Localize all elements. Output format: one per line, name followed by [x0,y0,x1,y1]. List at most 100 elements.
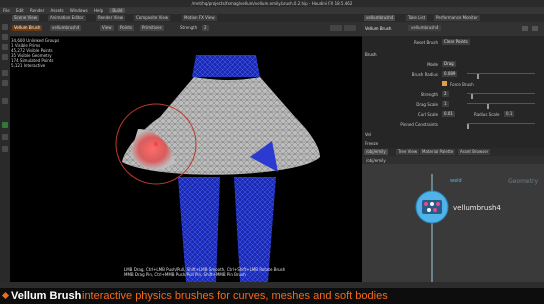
brush-radius-field[interactable]: 0.089 [442,71,458,77]
freeze-label: Freeze [365,141,379,146]
tab-composite-view[interactable]: Composite View [134,15,171,21]
menu-assets[interactable]: Assets [51,8,64,13]
viewer-toolbar: Vellum Brush vellumbrush4 View Points Pr… [10,22,362,37]
display-options-icon[interactable] [330,25,342,31]
tab-motion-fx-view[interactable]: Motion FX View [182,15,217,21]
pinned-constraints-slider[interactable] [467,123,535,129]
param-row: Reset Brush Clear Points [362,38,544,46]
vel-label: Vel [365,132,371,137]
node-type-label: Vellum Brush [365,26,392,31]
caption-description: interactive physics brushes for curves, … [82,290,388,302]
scale-tool-icon[interactable] [2,54,8,60]
rotate-tool-icon[interactable] [2,44,8,50]
hint-line: MMB Drag Pin, Ctrl+MMB Push/Pull Pin, Sh… [124,272,246,277]
left-shelf [0,14,10,282]
window-title: /mnt/hq/projects/fxmag/vellum/vellum.emi… [191,1,353,6]
parameter-pane: Vellum Brush vellumbrush4 Reset Brush Cl… [362,22,544,148]
desktop-select[interactable]: Build [109,8,126,13]
info-line: 5,121 Interactive [11,63,46,68]
param-label: Drag Scale [416,102,438,107]
viewport-canvas[interactable] [10,37,362,282]
network-path-bar: /obj/emily [362,156,544,164]
viewer-menu-icon[interactable] [344,25,356,31]
tab-material-palette[interactable]: Material Palette [420,149,456,155]
network-editor[interactable]: Geometry weld vellumbrush4 [362,164,544,282]
brush-radius-slider[interactable] [467,73,535,79]
tab-network[interactable]: /obj/emily [364,149,388,155]
reset-brush-button[interactable]: Clear Points [442,39,470,45]
radius-scale-field[interactable]: 0.1 [504,111,515,117]
strength-slider[interactable] [467,93,535,99]
vellumbrush-node-label[interactable]: vellumbrush4 [453,204,501,212]
param-row: Strength 2 [362,90,544,99]
drag-scale-slider[interactable] [467,103,535,109]
title-bar: /mnt/hq/projects/fxmag/vellum/vellum.emi… [0,0,544,7]
geometry-info: 34,600 Unlinked Groups 1 Visible Prims 4… [11,38,59,68]
snap-icon[interactable] [2,122,8,128]
caption-bar: Vellum Brush interactive physics brushes… [0,288,544,304]
menu-windows[interactable]: Windows [70,8,88,13]
curl-scale-field[interactable]: 0.01 [442,111,455,117]
menu-bar: File Edit Render Assets Windows Help Bui… [0,7,544,14]
skirt-mesh [122,77,320,175]
mode-select[interactable]: Drag [442,61,456,67]
menu-edit[interactable]: Edit [16,8,24,13]
param-header: Vellum Brush vellumbrush4 [362,22,544,36]
param-label: Brush Radius [411,72,438,77]
op-name-field[interactable]: vellumbrush4 [50,25,82,31]
force-brush-checkbox[interactable] [442,81,447,86]
move-tool-icon[interactable] [2,34,8,40]
menu-help[interactable]: Help [94,8,103,13]
tab-params[interactable]: vellumbrush4 [364,15,396,21]
tab-scene-view[interactable]: Scene View [12,15,39,21]
houdini-logo-icon [1,291,10,300]
viewer-tab-bar: Scene View Animation Editor Render View … [10,14,362,22]
strength-field[interactable]: 2 [202,25,209,31]
param-label: Reset Brush [414,40,438,45]
network-path[interactable]: /obj/emily [366,158,386,163]
param-label: Force Brush [450,82,474,87]
menu-render[interactable]: Render [30,8,44,13]
node-name-field[interactable]: vellumbrush4 [408,25,442,31]
param-row: Curl Scale 0.01 Radius Scale 0.1 [362,110,544,118]
scene-viewport[interactable]: 34,600 Unlinked Groups 1 Visible Prims 4… [10,37,362,282]
points-toggle[interactable]: Points [118,25,135,31]
brush-hint: LMB Drag, Ctrl+LMB Push/Pull, Shift+LMB … [124,267,285,277]
param-row: Drag Scale 1 [362,100,544,109]
brush-section-label: Brush [365,52,377,57]
light-icon[interactable] [2,146,8,152]
strength-label: Strength [180,25,198,30]
tab-tree-view[interactable]: Tree View [396,149,420,155]
tab-performance-monitor[interactable]: Performance Monitor [434,15,480,21]
tab-asset-browser[interactable]: Asset Browser [458,149,491,155]
view-select[interactable]: View [100,25,114,31]
tool-mode-label: Vellum Brush [12,25,43,31]
camera-icon[interactable] [2,134,8,140]
param-label: Strength [420,92,438,97]
gear-icon[interactable] [522,26,528,31]
menu-file[interactable]: File [3,8,10,13]
network-wires [415,174,449,282]
network-tab-bar: /obj/emily Tree View Material Palette As… [362,148,544,156]
tab-take-list[interactable]: Take List [406,15,428,21]
select-tool-icon[interactable] [2,24,8,30]
param-tab-bar: vellumbrush4 Take List Performance Monit… [362,14,544,22]
handle-tool-icon[interactable] [2,70,8,76]
tab-render-view[interactable]: Render View [96,15,126,21]
param-label: Pinned Constraints [400,122,438,127]
view-tool-icon[interactable] [2,98,8,104]
param-label: Radius Scale [474,112,500,117]
pose-tool-icon[interactable] [2,80,8,86]
param-row: Force Brush [362,80,544,88]
brush-center [154,142,158,146]
drag-scale-field[interactable]: 1 [442,101,449,107]
param-label: Mode [427,62,438,67]
param-section: Brush [362,50,544,58]
help-icon[interactable] [532,26,538,31]
caption-title: Vellum Brush [11,290,82,302]
tab-animation-editor[interactable]: Animation Editor [48,15,86,21]
param-label: Curl Scale [417,112,438,117]
strength-param-field[interactable]: 2 [442,91,449,97]
param-section: Vel [362,130,544,138]
primitives-toggle[interactable]: Primitives [140,25,164,31]
